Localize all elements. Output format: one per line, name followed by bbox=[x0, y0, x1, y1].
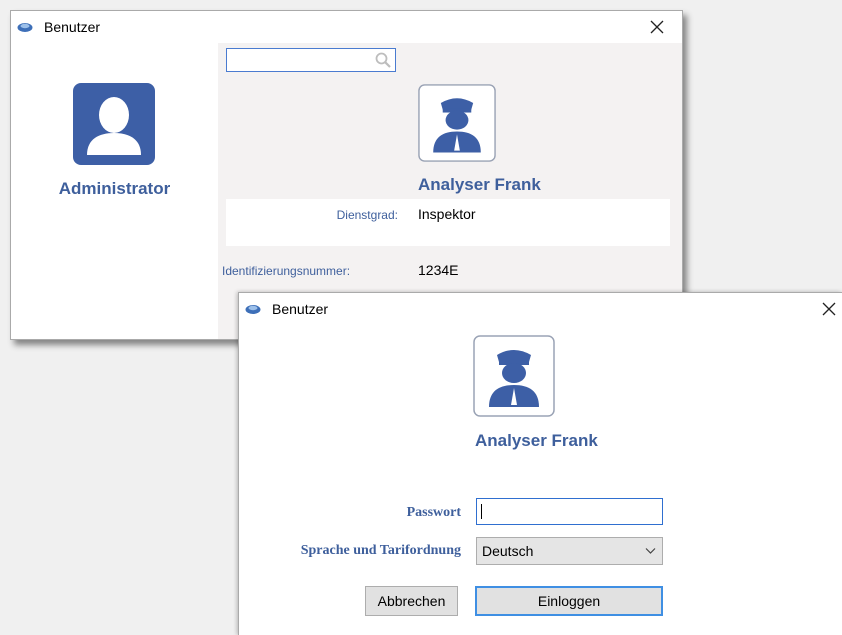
id-number-label: Identifizierungsnummer: bbox=[222, 264, 351, 278]
login-button[interactable]: Einloggen bbox=[475, 586, 663, 616]
language-select[interactable]: Deutsch bbox=[476, 537, 663, 565]
window-title: Benutzer bbox=[272, 301, 329, 317]
rank-row: Dienstgrad: Inspektor bbox=[226, 199, 670, 246]
selected-user-name: Analyser Frank bbox=[418, 175, 541, 194]
rank-value: Inspektor bbox=[418, 206, 476, 222]
language-selected-value: Deutsch bbox=[482, 543, 534, 559]
login-window: Benutzer Analyser Frank Passwort Sprache… bbox=[238, 292, 842, 635]
app-logo-icon bbox=[17, 23, 33, 32]
user-silhouette-icon bbox=[73, 83, 155, 165]
login-user-name: Analyser Frank bbox=[475, 431, 598, 450]
search-icon[interactable] bbox=[375, 52, 391, 68]
rank-label: Dienstgrad: bbox=[336, 208, 398, 222]
password-label: Passwort bbox=[406, 505, 461, 520]
window-title: Benutzer bbox=[44, 19, 101, 35]
chevron-down-icon bbox=[645, 548, 656, 554]
police-officer-icon bbox=[473, 335, 555, 417]
id-number-value: 1234E bbox=[418, 262, 459, 278]
user-list-window: Benutzer Administrator Analyser Frank Di… bbox=[10, 10, 683, 340]
cancel-button[interactable]: Abbrechen bbox=[365, 586, 458, 616]
close-icon[interactable] bbox=[820, 300, 838, 318]
text-caret bbox=[481, 504, 482, 519]
close-icon[interactable] bbox=[648, 18, 666, 36]
police-officer-icon bbox=[418, 84, 496, 162]
search-input[interactable] bbox=[226, 48, 396, 72]
password-field[interactable] bbox=[476, 498, 663, 525]
title-bar[interactable]: Benutzer bbox=[11, 11, 682, 43]
language-label: Sprache und Tarifordnung bbox=[300, 543, 461, 558]
app-logo-icon bbox=[245, 305, 261, 314]
user-name: Administrator bbox=[58, 179, 171, 198]
user-list: Administrator bbox=[11, 43, 218, 339]
title-bar[interactable]: Benutzer bbox=[239, 293, 842, 325]
